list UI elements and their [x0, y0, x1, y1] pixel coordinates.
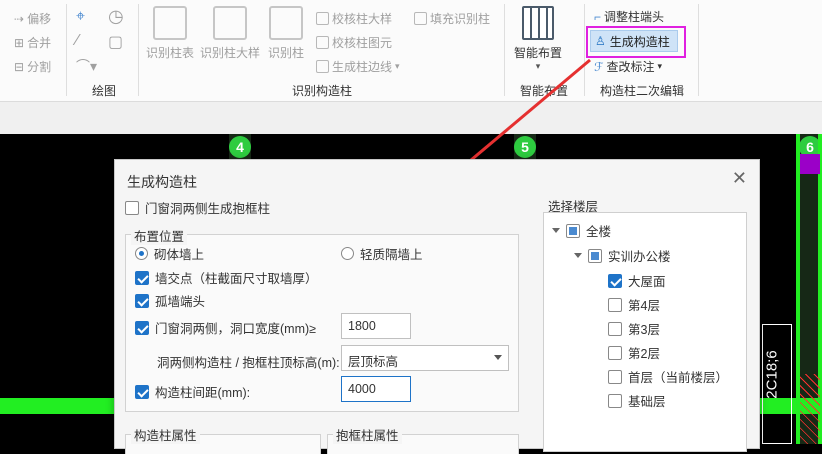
door-width-input[interactable]: 1800 [341, 313, 411, 339]
wall-intersection-checkbox[interactable] [135, 270, 149, 285]
top-elevation-select[interactable]: 层顶标高 [341, 345, 509, 371]
tree-node-all[interactable]: 全楼 [552, 221, 611, 240]
tree-node-floor[interactable]: 首层（当前楼层） [608, 367, 728, 386]
column-spacing-option[interactable]: 构造柱间距(mm): [135, 382, 250, 401]
expand-icon[interactable] [552, 228, 560, 233]
tree-node-floor[interactable]: 基础层 [608, 391, 666, 410]
radio-masonry-option[interactable]: 砌体墙上 [135, 244, 204, 263]
wall-intersection-option[interactable]: 墙交点（柱截面尺寸取墙厚） [135, 268, 318, 287]
column-props-legend: 构造柱属性 [131, 425, 200, 444]
door-window-sides-option[interactable]: 门窗洞两侧，洞口宽度(mm)≥ [135, 318, 316, 337]
isolated-wall-end-option[interactable]: 孤墙端头 [135, 291, 205, 310]
radio-light-wall-option[interactable]: 轻质隔墙上 [341, 244, 423, 263]
floor-tree: 全楼 实训办公楼 大屋面 第4层 第3层 第2层 首层（当前楼层） 基础层 [543, 212, 747, 452]
tree-node-building[interactable]: 实训办公楼 [574, 246, 671, 265]
layout-position-legend: 布置位置 [131, 226, 188, 245]
column-spacing-checkbox[interactable] [135, 384, 149, 399]
top-elevation-label: 洞两侧构造柱 / 抱框柱顶标高(m): [157, 356, 340, 370]
floor-checkbox[interactable] [608, 273, 622, 288]
tree-node-floor[interactable]: 第3层 [608, 319, 660, 338]
light-wall-radio[interactable] [341, 247, 354, 260]
expand-icon[interactable] [574, 253, 582, 258]
door-window-sides-checkbox[interactable] [135, 320, 149, 335]
floor-checkbox[interactable] [608, 369, 622, 384]
floor-checkbox[interactable] [608, 321, 622, 336]
door-window-frame-checkbox[interactable] [125, 200, 139, 215]
dialog-title: 生成构造柱 [127, 174, 197, 190]
floor-checkbox[interactable] [608, 393, 622, 408]
floor-checkbox[interactable] [608, 345, 622, 360]
close-icon[interactable]: ✕ [732, 168, 747, 189]
tree-node-floor[interactable]: 第4层 [608, 295, 660, 314]
all-floors-checkbox[interactable] [566, 223, 580, 238]
chevron-down-icon [494, 355, 502, 360]
tree-node-floor[interactable]: 大屋面 [608, 271, 666, 290]
generate-column-dialog: 生成构造柱 ✕ 门窗洞两侧生成抱框柱 布置位置 砌体墙上 轻质隔墙上 墙交点（柱… [114, 159, 760, 454]
tree-node-floor[interactable]: 第2层 [608, 343, 660, 362]
masonry-radio[interactable] [135, 247, 148, 260]
floor-checkbox[interactable] [608, 297, 622, 312]
building-checkbox[interactable] [588, 248, 602, 263]
door-window-frame-option[interactable]: 门窗洞两侧生成抱框柱 [125, 198, 270, 217]
isolated-wall-end-checkbox[interactable] [135, 293, 149, 308]
frame-props-legend: 抱框柱属性 [333, 425, 402, 444]
column-spacing-input[interactable]: 4000 [341, 376, 411, 402]
